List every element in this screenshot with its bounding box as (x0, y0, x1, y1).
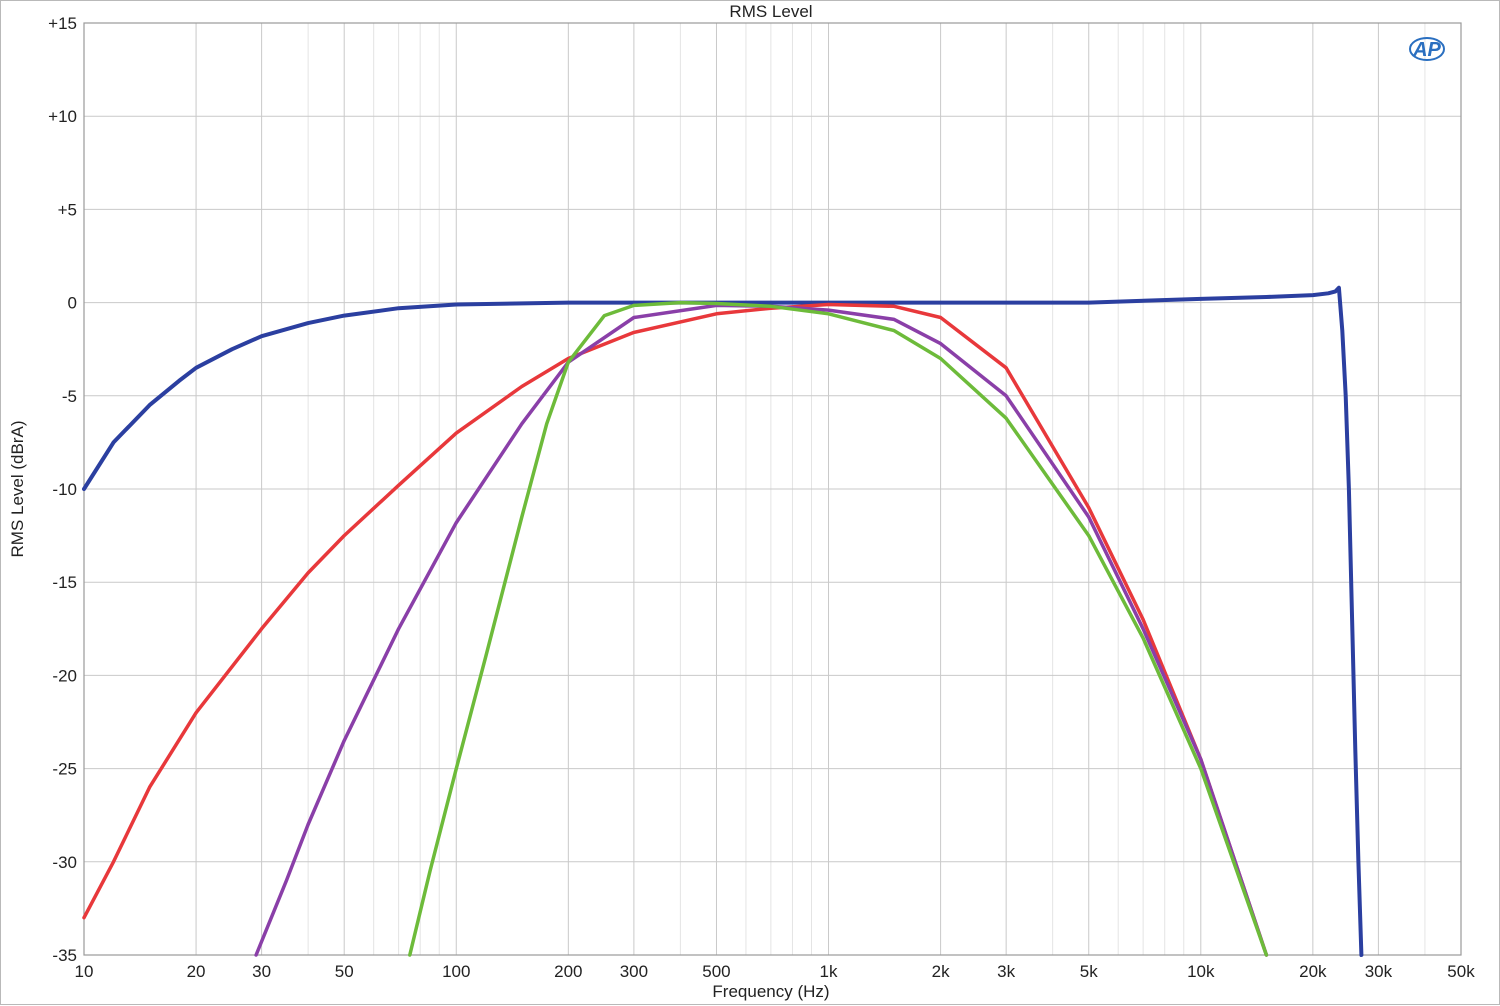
y-tick-label: -30 (52, 853, 77, 872)
x-tick-label: 3k (997, 962, 1015, 981)
ap-logo-text: AP (1412, 39, 1441, 61)
x-tick-label: 10 (75, 962, 94, 981)
y-tick-label: -35 (52, 946, 77, 965)
series-line-3 (254, 303, 1269, 957)
x-tick-label: 30k (1365, 962, 1393, 981)
y-tick-label: -25 (52, 760, 77, 779)
rms-level-chart: RMS Level 10 20 30 50 100 200 300 500 1k 2k 3k 5k 10… (8, 2, 1475, 1001)
x-tick-label: 200 (554, 962, 582, 981)
y-tick-label: -15 (52, 573, 77, 592)
y-tick-label: +10 (48, 107, 77, 126)
x-tick-label: 300 (620, 962, 648, 981)
x-tick-label: 20k (1299, 962, 1327, 981)
y-tick-label: 0 (68, 294, 77, 313)
chart-frame: RMS Level 10 20 30 50 100 200 300 500 1k 2k 3k 5k 10… (0, 0, 1500, 1005)
y-tick-label: -5 (62, 387, 77, 406)
y-axis-title: RMS Level (dBrA) (8, 421, 27, 558)
chart-title: RMS Level (729, 2, 812, 21)
x-tick-label: 30 (252, 962, 271, 981)
y-tick-label: +15 (48, 14, 77, 33)
y-tick-label: -10 (52, 480, 77, 499)
x-axis-title: Frequency (Hz) (712, 982, 829, 1001)
x-tick-label: 2k (932, 962, 950, 981)
series-line-1 (82, 285, 1364, 957)
x-tick-label: 5k (1080, 962, 1098, 981)
x-tick-label: 50k (1447, 962, 1475, 981)
x-tick-label: 20 (187, 962, 206, 981)
x-tick-label: 50 (335, 962, 354, 981)
x-tick-label: 500 (702, 962, 730, 981)
ap-logo: AP (1409, 37, 1445, 61)
x-tick-label: 1k (820, 962, 838, 981)
y-tick-label: +5 (58, 200, 77, 219)
x-tick-label: 10k (1187, 962, 1215, 981)
x-tick-label: 100 (442, 962, 470, 981)
y-tick-label: -20 (52, 666, 77, 685)
